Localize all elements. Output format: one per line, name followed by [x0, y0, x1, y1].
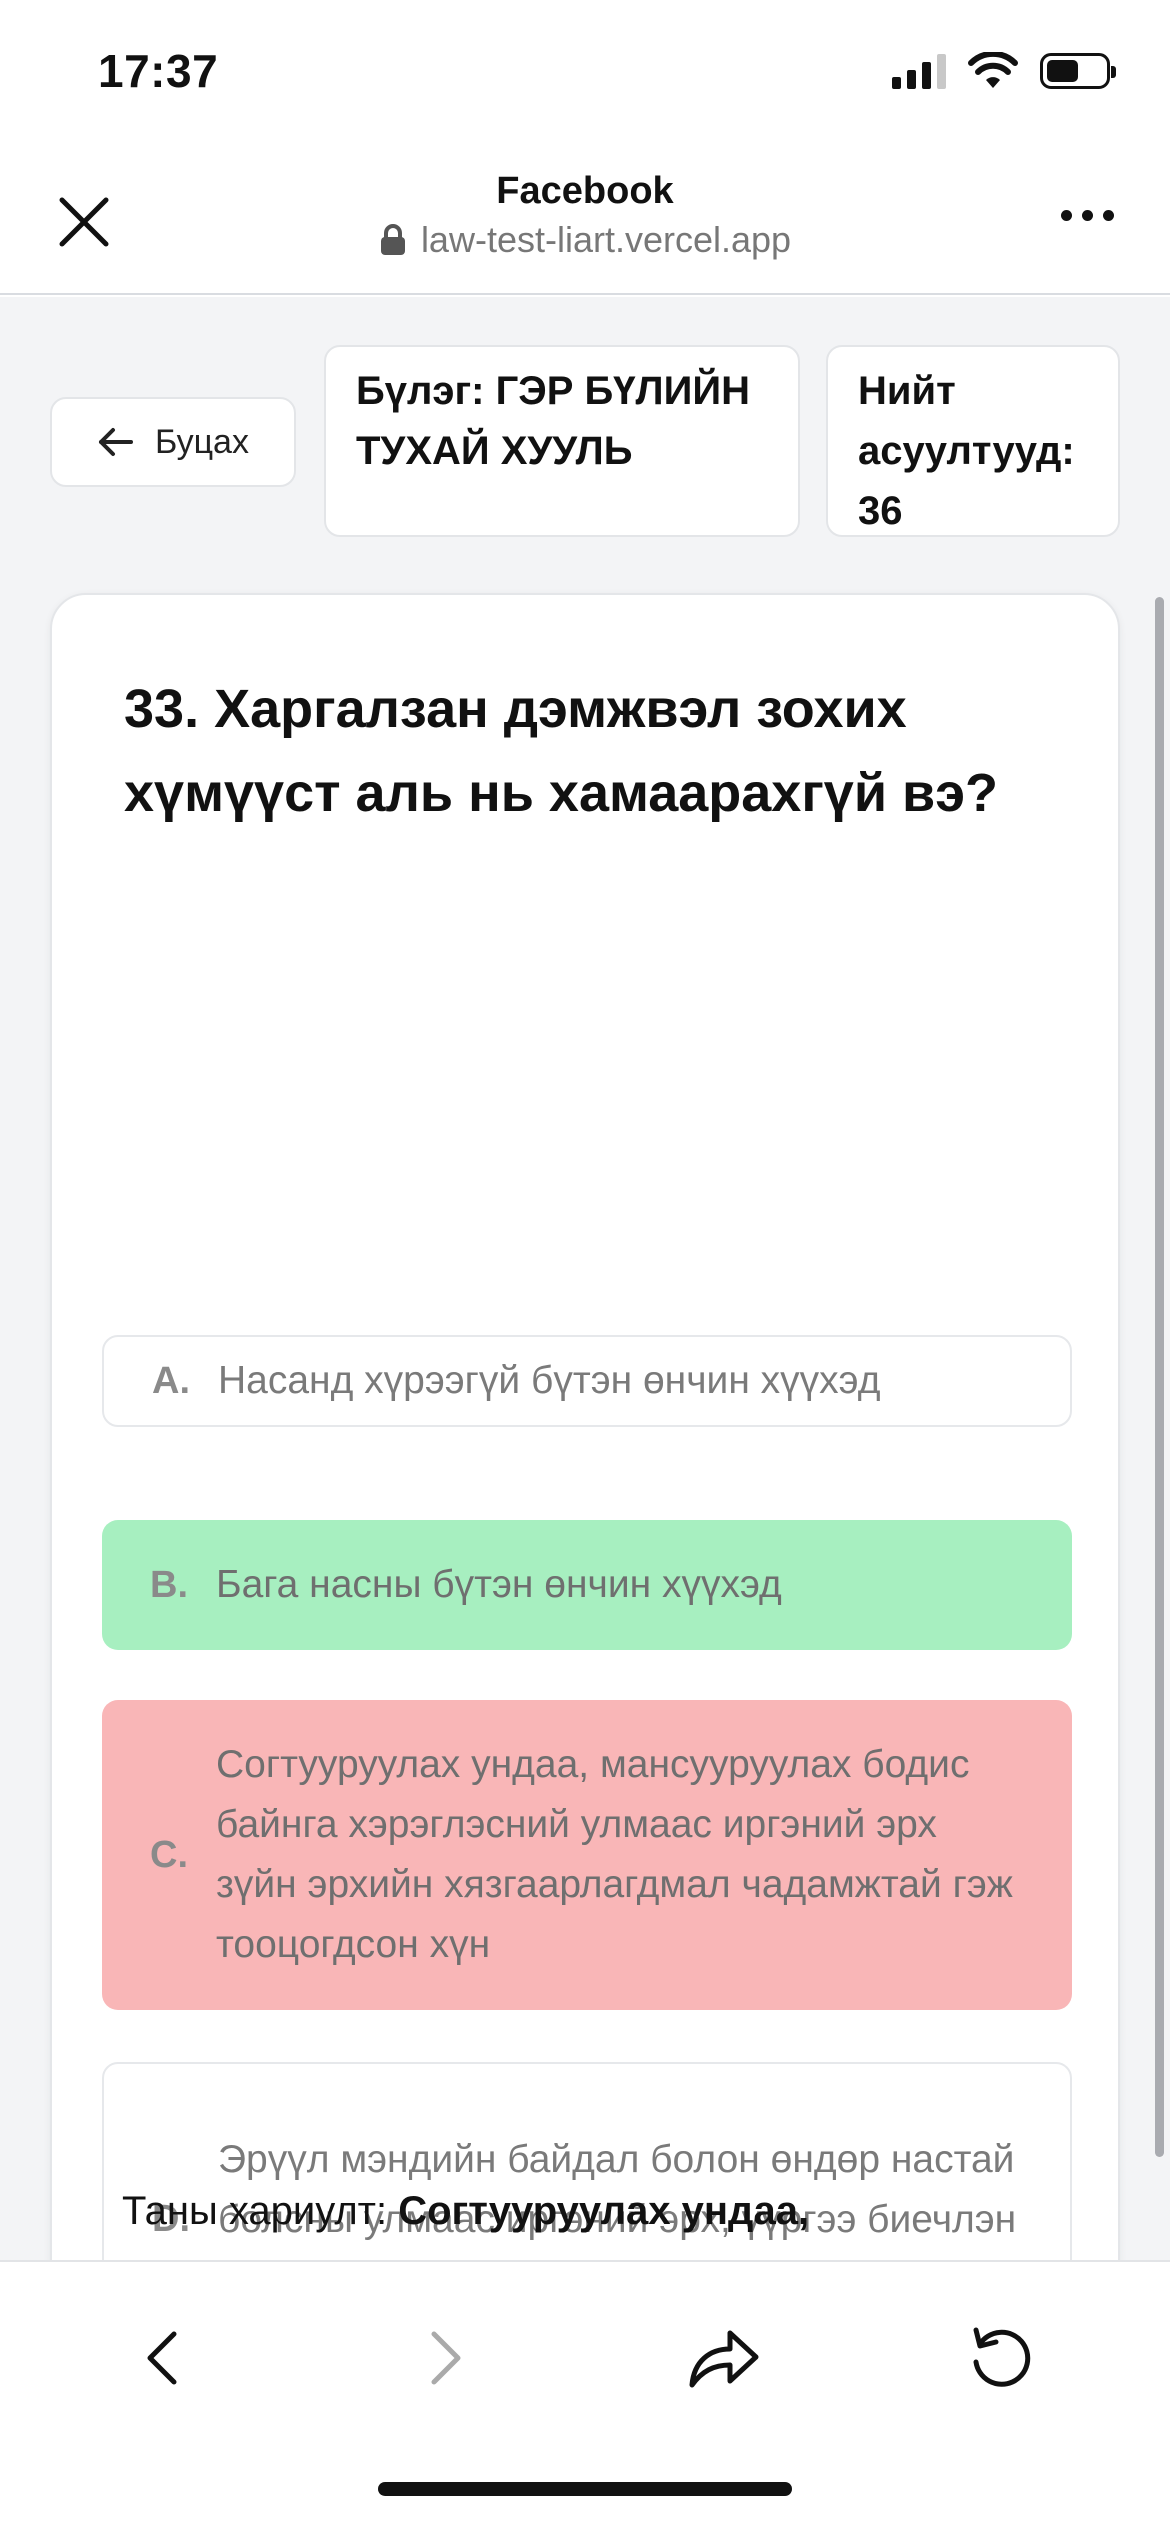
lock-icon — [380, 224, 405, 255]
home-indicator — [378, 2482, 792, 2496]
option-text: Насанд хүрээгүй бүтэн өнчин хүүхэд — [218, 1359, 881, 1402]
browser-title-block: Facebook law-test-liart.vercel.app — [0, 170, 1170, 261]
option-text: Согтууруулах ундаа, мансууруулах бодис б… — [216, 1743, 1013, 1966]
browser-back-icon[interactable] — [122, 2318, 202, 2398]
status-bar: 17:37 — [0, 0, 1170, 150]
wifi-icon — [968, 52, 1018, 88]
status-time: 17:37 — [98, 45, 219, 97]
page-content: Буцах Бүлэг: ГЭР БҮЛИЙН ТУХАЙ ХУУЛЬ Нийт… — [0, 297, 1170, 2260]
more-options-icon[interactable] — [1061, 210, 1114, 221]
cellular-signal-icon — [892, 53, 946, 89]
status-icons — [892, 52, 1116, 90]
option-a[interactable]: A. Насанд хүрээгүй бүтэн өнчин хүүхэд — [102, 1335, 1072, 1427]
chapter-badge: Бүлэг: ГЭР БҮЛИЙН ТУХАЙ ХУУЛЬ — [324, 345, 800, 537]
site-url-row: law-test-liart.vercel.app — [0, 219, 1170, 261]
your-answer-value: Согтууруулах ундаа, — [398, 2189, 810, 2233]
reload-icon[interactable] — [962, 2318, 1042, 2398]
share-icon[interactable] — [684, 2318, 764, 2398]
your-answer: Таны хариулт: Согтууруулах ундаа, — [122, 2178, 1062, 2244]
option-letter: A. — [152, 1359, 190, 1402]
back-button-label: Буцах — [155, 422, 249, 461]
option-c[interactable]: C. Согтууруулах ундаа, мансууруулах боди… — [102, 1700, 1072, 2010]
your-answer-label: Таны хариулт: — [122, 2189, 399, 2233]
battery-icon — [1040, 53, 1116, 89]
scrollbar[interactable] — [1155, 597, 1164, 2157]
option-text: Бага насны бүтэн өнчин хүүхэд — [216, 1563, 782, 1606]
browser-forward-icon[interactable] — [406, 2318, 486, 2398]
site-title: Facebook — [496, 170, 674, 212]
arrow-left-icon — [99, 428, 134, 456]
question-card: 33. Харгалзан дэмжвэл зохих хүмүүст аль … — [50, 593, 1120, 2260]
question-text: 33. Харгалзан дэмжвэл зохих хүмүүст аль … — [124, 679, 999, 823]
option-letter: B. — [150, 1563, 188, 1606]
option-letter: C. — [150, 1833, 188, 1876]
back-button[interactable]: Буцах — [50, 397, 296, 487]
site-url: law-test-liart.vercel.app — [420, 219, 792, 260]
browser-header: Facebook law-test-liart.vercel.app — [0, 150, 1170, 295]
option-b[interactable]: B. Бага насны бүтэн өнчин хүүхэд — [102, 1520, 1072, 1650]
total-questions-badge: Нийт асуултууд: 36 — [826, 345, 1120, 537]
browser-toolbar — [0, 2260, 1170, 2532]
